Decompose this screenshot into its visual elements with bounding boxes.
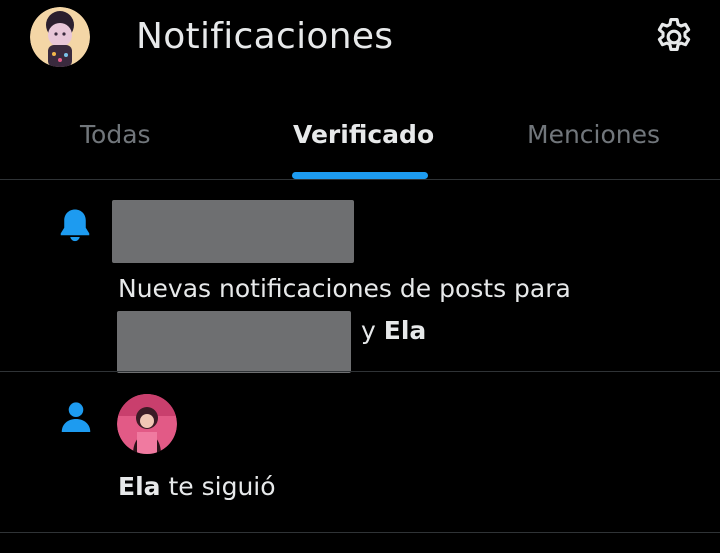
bell-icon <box>56 206 94 248</box>
profile-avatar[interactable] <box>30 7 90 67</box>
redacted-username <box>117 311 351 373</box>
divider <box>0 371 720 372</box>
notification-text-line1: Nuevas notificaciones de posts para <box>118 274 571 303</box>
action-text: te siguió <box>168 472 276 501</box>
follower-avatar[interactable] <box>117 394 177 454</box>
connector-text: y <box>361 316 376 345</box>
user-name-link[interactable]: Ela <box>384 316 427 345</box>
top-app-bar: Notificaciones <box>0 0 720 80</box>
settings-button[interactable] <box>652 15 696 59</box>
notification-text: Ela te siguió <box>118 471 276 504</box>
tab-verificado[interactable]: Verificado <box>293 120 434 149</box>
divider <box>0 532 720 533</box>
redacted-avatars <box>112 200 354 263</box>
notification-text-line2: y Ela <box>361 315 426 348</box>
avatar-image <box>30 7 90 67</box>
gear-icon <box>657 18 691 52</box>
tab-bar: Todas Verificado Menciones <box>0 92 720 179</box>
person-icon <box>57 398 95 440</box>
follower-avatar-image <box>117 394 177 454</box>
user-name-link[interactable]: Ela <box>118 472 161 501</box>
divider <box>0 179 720 180</box>
active-tab-indicator <box>292 172 428 179</box>
page-title: Notificaciones <box>136 16 394 57</box>
tab-todas[interactable]: Todas <box>80 120 151 149</box>
tab-menciones[interactable]: Menciones <box>527 120 660 149</box>
